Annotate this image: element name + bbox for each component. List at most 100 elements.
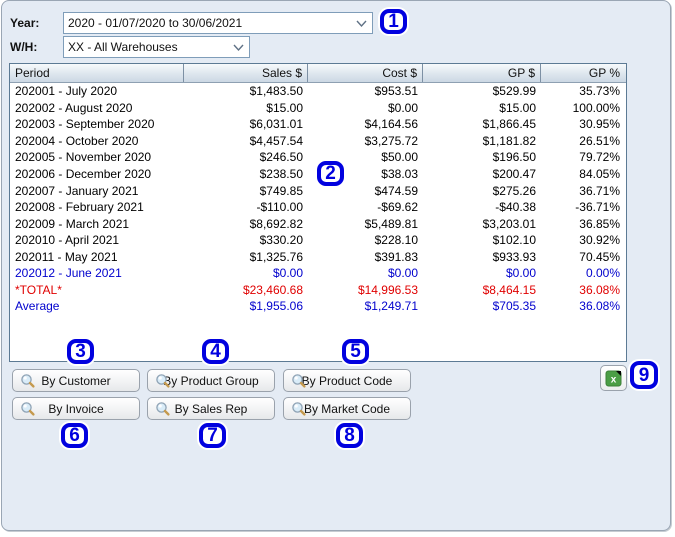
cell-cost: -$69.62 [377, 200, 418, 215]
warehouse-select[interactable]: XX - All Warehouses [63, 36, 250, 58]
export-to-excel-button[interactable]: x [600, 365, 627, 391]
table-row[interactable]: 202010 - April 2021 $330.20 $228.10 $102… [10, 232, 626, 249]
table-row[interactable]: 202009 - March 2021 $8,692.82 $5,489.81 … [10, 215, 626, 232]
cell-sales: $0.00 [272, 266, 303, 281]
column-header-period: Period [10, 64, 184, 82]
cell-gp: $275.26 [492, 183, 536, 198]
cell-sales: $238.50 [259, 167, 303, 181]
cell-gp-pct: -36.71% [575, 200, 620, 215]
table-row[interactable]: 202003 - September 2020 $6,031.01 $4,164… [10, 116, 626, 133]
cell-sales: $1,483.50 [249, 84, 303, 99]
cell-period: 202002 - August 2020 [15, 100, 133, 115]
cell-cost: $953.51 [374, 84, 418, 99]
table-body: 202001 - July 2020 $1,483.50 $953.51 $52… [10, 83, 626, 315]
callout-3: 3 [67, 339, 94, 364]
cell-sales: $6,031.01 [249, 117, 303, 132]
cell-gp: $0.00 [505, 266, 536, 281]
table-row[interactable]: *TOTAL* $23,460.68 $14,996.53 $8,464.15 … [10, 282, 626, 299]
callout-1: 1 [380, 9, 407, 34]
cell-gp: $1,866.45 [482, 117, 536, 132]
cell-sales: $1,325.76 [249, 249, 303, 264]
by-product-group-button[interactable]: By Product Group [147, 369, 275, 392]
cell-cost: $4,164.56 [364, 117, 418, 132]
callout-2: 2 [317, 161, 344, 186]
cell-gp-pct: 70.45% [579, 249, 620, 264]
year-select[interactable]: 2020 - 01/07/2020 to 30/06/2021 [63, 12, 373, 34]
cell-gp-pct: 36.71% [579, 183, 620, 198]
table-row[interactable]: 202011 - May 2021 $1,325.76 $391.83 $933… [10, 248, 626, 265]
by-market-code-button[interactable]: By Market Code [283, 397, 411, 420]
cell-sales: -$110.00 [256, 200, 303, 215]
cell-period: 202006 - December 2020 [15, 167, 152, 181]
table-row[interactable]: 202001 - July 2020 $1,483.50 $953.51 $52… [10, 83, 626, 100]
cell-gp-pct: 30.92% [579, 233, 620, 248]
table-row[interactable]: 202007 - January 2021 $749.85 $474.59 $2… [10, 182, 626, 199]
cell-gp: -$40.38 [495, 200, 536, 215]
chevron-down-icon [233, 44, 244, 52]
by-invoice-button[interactable]: By Invoice [12, 397, 140, 420]
by-customer-label: By Customer [41, 373, 111, 388]
callout-4: 4 [202, 339, 229, 364]
cell-period: 202003 - September 2020 [15, 117, 155, 132]
column-header-gp-pct: GP % [588, 66, 620, 80]
cell-cost: $391.83 [374, 249, 418, 264]
callout-8: 8 [336, 423, 363, 448]
cell-gp: $200.47 [492, 167, 536, 181]
cell-gp: $3,203.01 [482, 216, 536, 231]
cell-period: 202005 - November 2020 [15, 150, 152, 165]
by-product-code-button[interactable]: By Product Code [283, 369, 411, 392]
cell-period: 202012 - June 2021 [15, 266, 122, 281]
cell-sales: $4,457.54 [249, 133, 303, 148]
cell-sales: $15.00 [266, 100, 303, 115]
cell-gp: $529.99 [492, 84, 536, 99]
table-row[interactable]: 202004 - October 2020 $4,457.54 $3,275.7… [10, 133, 626, 150]
column-header-sales: Sales $ [184, 64, 308, 82]
cell-gp-pct: 36.08% [579, 282, 620, 297]
by-invoice-label: By Invoice [48, 401, 104, 416]
magnifier-icon [292, 402, 306, 416]
by-sales-rep-label: By Sales Rep [174, 401, 248, 416]
magnifier-icon [292, 374, 306, 388]
year-select-value: 2020 - 01/07/2020 to 30/06/2021 [68, 16, 243, 30]
by-product-code-label: By Product Code [301, 373, 393, 388]
magnifier-icon [21, 402, 35, 416]
year-label: Year: [10, 16, 40, 30]
cell-period: 202010 - April 2021 [15, 233, 120, 248]
sales-report-panel: Year: 2020 - 01/07/2020 to 30/06/2021 W/… [1, 0, 671, 531]
cell-period: *TOTAL* [15, 282, 62, 297]
table-row[interactable]: 202008 - February 2021 -$110.00 -$69.62 … [10, 199, 626, 216]
by-customer-button[interactable]: By Customer [12, 369, 140, 392]
callout-9: 9 [630, 361, 658, 389]
table-row[interactable]: 202005 - November 2020 $246.50 $50.00 $1… [10, 149, 626, 166]
svg-text:x: x [611, 374, 617, 385]
cell-gp: $196.50 [492, 150, 536, 165]
table-row[interactable]: 202012 - June 2021 $0.00 $0.00 $0.00 0.0… [10, 265, 626, 282]
column-header-cost: Cost $ [308, 64, 423, 82]
cell-sales: $23,460.68 [242, 282, 303, 297]
table-row[interactable]: Average $1,955.06 $1,249.71 $705.35 36.0… [10, 298, 626, 315]
cell-period: 202008 - February 2021 [15, 200, 144, 215]
magnifier-icon [156, 374, 170, 388]
grid-header: Period Sales $ Cost $ GP $ GP % [10, 64, 626, 83]
cell-period: 202004 - October 2020 [15, 133, 139, 148]
cell-sales: $8,692.82 [249, 216, 303, 231]
cell-gp-pct: 0.00% [585, 266, 620, 281]
chevron-down-icon [356, 20, 367, 28]
table-row[interactable]: 202002 - August 2020 $15.00 $0.00 $15.00… [10, 100, 626, 117]
cell-period: 202007 - January 2021 [15, 183, 139, 198]
magnifier-icon [156, 402, 170, 416]
cell-cost: $1,249.71 [364, 299, 418, 314]
by-sales-rep-button[interactable]: By Sales Rep [147, 397, 275, 420]
cell-gp: $102.10 [492, 233, 536, 248]
excel-export-icon: x [605, 370, 622, 386]
cell-cost: $14,996.53 [357, 282, 418, 297]
cell-cost: $0.00 [387, 100, 418, 115]
cell-gp-pct: 36.08% [579, 299, 620, 314]
cell-gp-pct: 26.51% [579, 133, 620, 148]
cell-gp-pct: 100.00% [572, 100, 620, 115]
cell-gp-pct: 84.05% [579, 167, 620, 181]
callout-5: 5 [342, 339, 369, 364]
cell-gp: $8,464.15 [482, 282, 536, 297]
magnifier-icon [21, 374, 35, 388]
cell-cost: $0.00 [387, 266, 418, 281]
